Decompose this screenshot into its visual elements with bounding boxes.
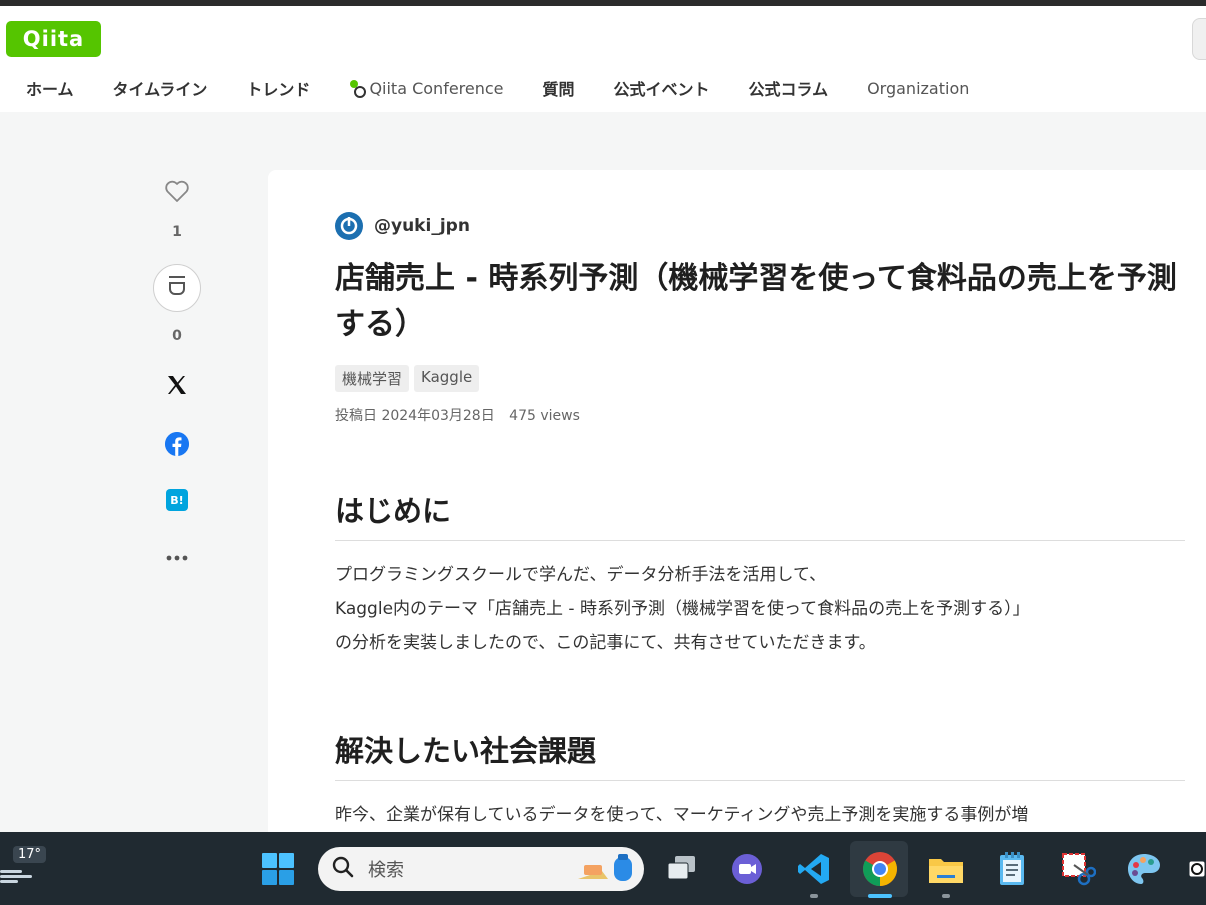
tag-kaggle[interactable]: Kaggle: [414, 365, 480, 392]
stock-icon: [167, 275, 187, 301]
nav-official-columns[interactable]: 公式コラム: [749, 76, 829, 100]
author-name[interactable]: @yuki_jpn: [374, 216, 470, 236]
author-block[interactable]: @yuki_jpn: [335, 212, 470, 240]
nav-qiita-conference-label: Qiita Conference: [369, 78, 504, 98]
article-side-actions: 1 0 B!: [150, 175, 204, 566]
section-heading-intro: はじめに: [335, 488, 1185, 541]
like-count: 1: [172, 224, 182, 240]
nav-qiita-conference[interactable]: Qiita Conference: [349, 78, 504, 98]
x-icon[interactable]: [166, 374, 188, 402]
facebook-icon[interactable]: [165, 432, 189, 456]
avatar: [335, 212, 363, 240]
running-indicator: [810, 894, 818, 898]
file-explorer-icon[interactable]: [926, 849, 966, 889]
teams-icon[interactable]: [727, 849, 767, 889]
windows-taskbar: 17° 検索: [0, 832, 1206, 905]
stock-button[interactable]: [153, 264, 201, 312]
nav-trend[interactable]: トレンド: [246, 76, 310, 100]
qiita-logo[interactable]: Qiita: [6, 21, 101, 57]
nav-questions[interactable]: 質問: [543, 76, 575, 100]
temperature: 17°: [13, 846, 47, 863]
weather-widget[interactable]: 17°: [0, 842, 50, 884]
start-icon[interactable]: [258, 849, 298, 889]
more-icon[interactable]: [166, 545, 188, 566]
nav-home[interactable]: ホーム: [26, 76, 74, 100]
conference-icon: [349, 80, 367, 98]
paragraph-line: 昨今、企業が保有しているデータを使って、マーケティングや売上予測を実施する事例が…: [335, 805, 1029, 825]
nav-timeline[interactable]: タイムライン: [113, 76, 208, 100]
posted-date: 投稿日 2024年03月28日: [335, 408, 495, 424]
section-body-intro: プログラミングスクールで学んだ、データ分析手法を活用して、 Kaggle内のテー…: [335, 558, 1195, 660]
wind-icon: [0, 870, 34, 884]
search-highlight-icon: [574, 853, 634, 885]
tag-machine-learning[interactable]: 機械学習: [335, 365, 410, 392]
active-indicator: [868, 894, 892, 898]
app-icon-partial[interactable]: [1188, 849, 1206, 889]
stock-count: 0: [172, 328, 182, 344]
site-header: Qiita ホーム タイムライン トレンド Qiita Conference 質…: [0, 6, 1206, 112]
chrome-icon[interactable]: [860, 849, 900, 889]
paragraph-line: プログラミングスクールで学んだ、データ分析手法を活用して、: [335, 565, 827, 585]
paint-icon[interactable]: [1124, 849, 1164, 889]
view-count: 475 views: [509, 408, 580, 424]
notepad-icon[interactable]: [992, 849, 1032, 889]
nav-organization[interactable]: Organization: [867, 79, 969, 98]
tag-list: 機械学習 Kaggle: [335, 365, 484, 392]
search-icon: [332, 856, 354, 882]
nav-official-events[interactable]: 公式イベント: [614, 76, 710, 100]
running-indicator: [942, 894, 950, 898]
section-body-social-issue: 昨今、企業が保有しているデータを使って、マーケティングや売上予測を実施する事例が…: [335, 798, 1195, 832]
search-placeholder: 検索: [368, 860, 404, 881]
paragraph-line: の分析を実装しましたので、この記事にて、共有させていただきます。: [335, 633, 876, 653]
article-meta: 投稿日 2024年03月28日 475 views: [335, 405, 580, 425]
paragraph-line: Kaggle内のテーマ「店舗売上 - 時系列予測（機械学習を使って食料品の売上を…: [335, 599, 1030, 619]
taskbar-search[interactable]: 検索: [318, 847, 644, 891]
header-search-button[interactable]: [1192, 18, 1206, 60]
snipping-tool-icon[interactable]: [1058, 849, 1098, 889]
heart-icon[interactable]: [164, 179, 190, 208]
article-card: @yuki_jpn 店舗売上 - 時系列予測（機械学習を使って食料品の売上を予測…: [268, 170, 1206, 850]
hatena-bookmark-icon[interactable]: B!: [166, 489, 188, 511]
task-view-icon[interactable]: [662, 849, 702, 889]
vscode-icon[interactable]: [794, 849, 834, 889]
article-title: 店舗売上 - 時系列予測（機械学習を使って食料品の売上を予測する）: [335, 261, 1177, 342]
section-heading-social-issue: 解決したい社会課題: [335, 728, 1185, 781]
main-nav: ホーム タイムライン トレンド Qiita Conference 質問 公式イベ…: [0, 66, 1206, 110]
